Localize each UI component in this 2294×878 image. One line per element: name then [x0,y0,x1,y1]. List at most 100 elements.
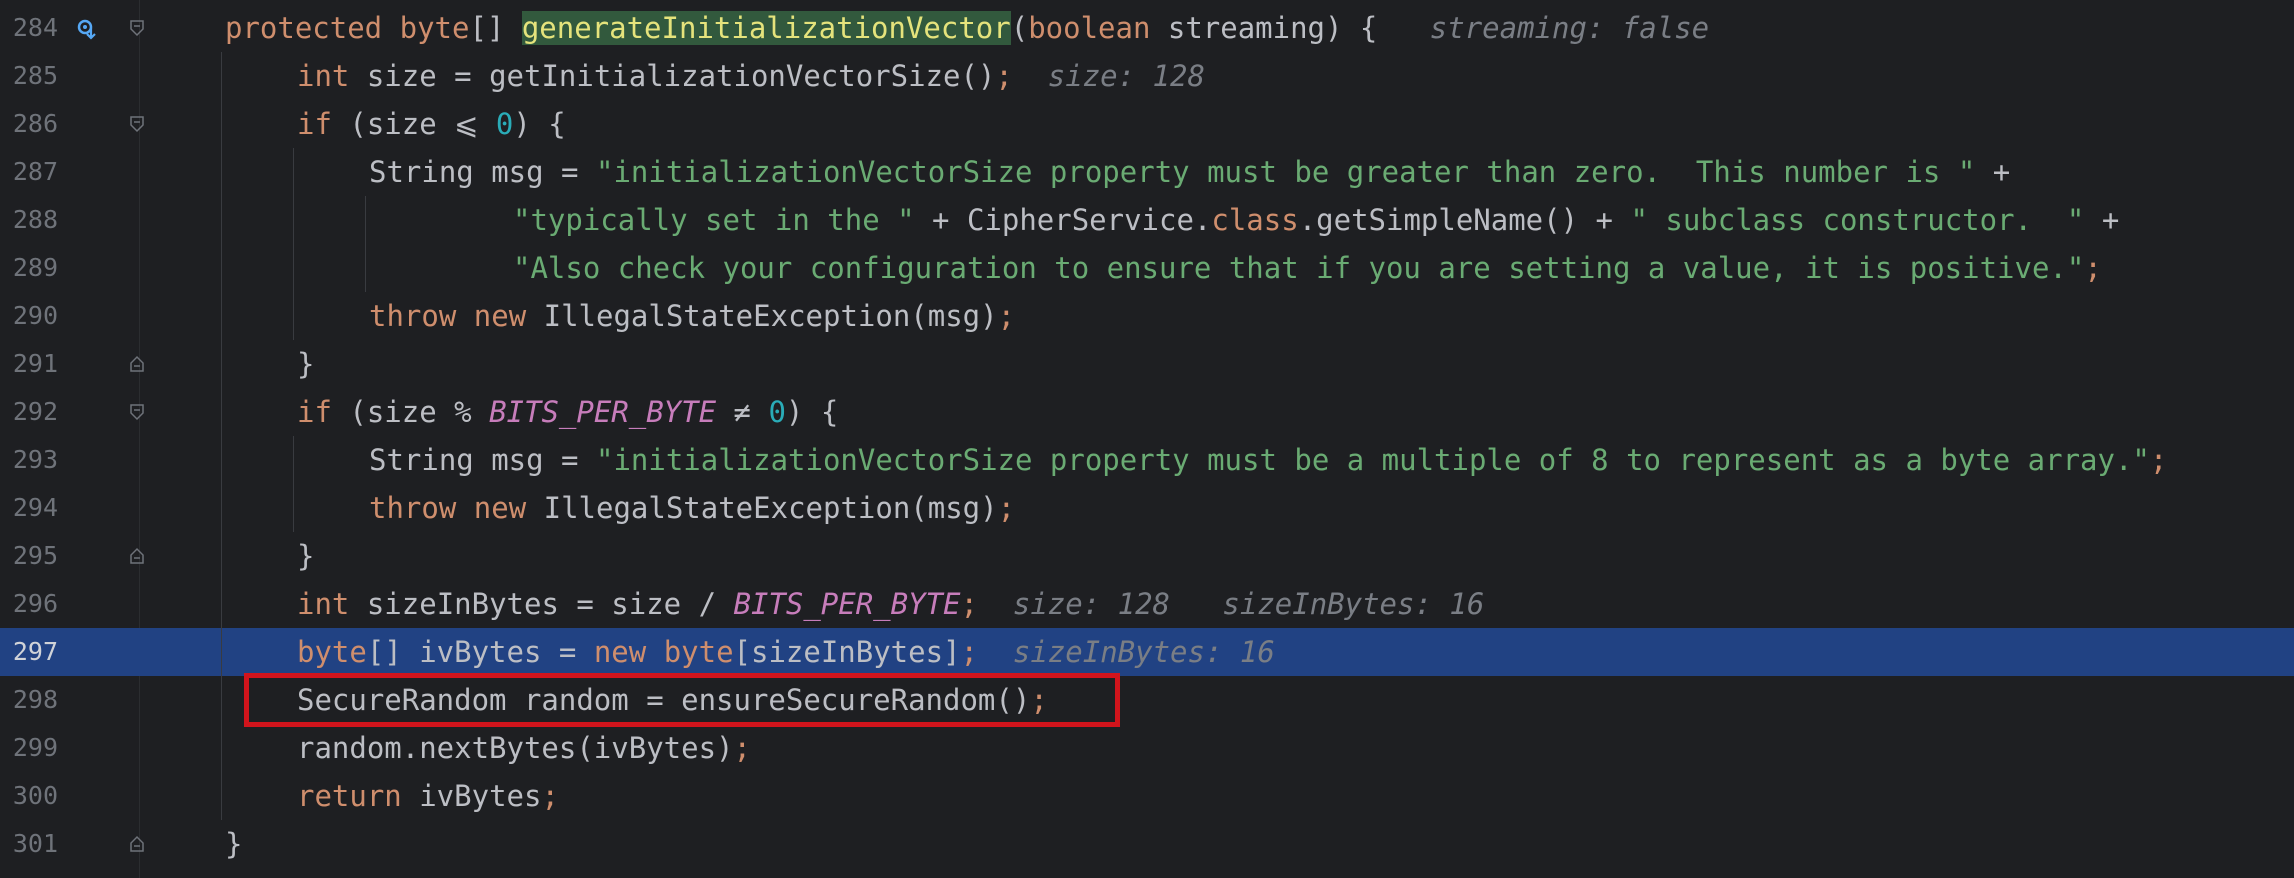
token: throw [369,299,457,333]
token: streaming) { [1150,11,1378,45]
token: if [297,107,332,141]
indent-guide [221,100,222,148]
code-text: } [297,532,314,580]
token: (size [331,107,455,141]
token: int [297,59,350,93]
line-number: 288 [12,205,58,234]
token: "Also check your configuration to ensure… [513,251,2085,285]
red-highlight-box [244,673,1120,727]
token: protected [225,11,400,45]
token: ) { [513,107,566,141]
token: ivBytes [401,779,542,813]
token: "typically set in the " [513,203,915,237]
fold-open-icon[interactable] [128,403,146,421]
code-text: String msg = "initializationVectorSize p… [369,436,2167,484]
indent-guide [221,148,222,196]
fold-open-icon[interactable] [128,115,146,133]
code-line-284[interactable]: 284 protected byte[] generateInitializat… [0,4,2294,52]
token: BITS_PER_BYTE [489,395,717,429]
line-number: 292 [12,397,58,426]
token: "initializationVectorSize property must … [595,155,1976,189]
line-number: 294 [12,493,58,522]
line-number: 286 [12,109,58,138]
code-line-287[interactable]: 287 String msg = "initializationVectorSi… [0,148,2294,196]
token: [] [469,11,522,45]
code-text: int sizeInBytes = size / BITS_PER_BYTE; … [297,580,1484,628]
code-line-295[interactable]: 295 } [0,532,2294,580]
code-text: if (size % BITS_PER_BYTE ≠ 0) { [297,388,838,436]
code-line-289[interactable]: 289 "Also check your configuration to en… [0,244,2294,292]
token: throw [369,491,457,525]
token: ; [997,299,1016,333]
line-number: 291 [12,349,58,378]
code-text: byte[] ivBytes = new byte[sizeInBytes]; … [297,628,1275,676]
fold-close-icon[interactable] [128,835,146,853]
code-line-290[interactable]: 290 throw new IllegalStateException(msg)… [0,292,2294,340]
fold-close-icon[interactable] [128,355,146,373]
indent-guide [221,580,222,628]
override-method-icon[interactable] [76,18,98,40]
indent-guide [221,628,222,676]
token: boolean [1028,11,1151,45]
token: ; [960,587,978,621]
line-number: 293 [12,445,58,474]
line-number: 301 [12,829,58,858]
indent-guide [293,244,294,292]
inline-value-hint: sizeInBytes: 16 [1222,587,1485,621]
token: byte [663,635,734,669]
indent-guide [293,436,294,484]
code-area[interactable]: 284 protected byte[] generateInitializat… [0,0,2294,878]
code-line-294[interactable]: 294 throw new IllegalStateException(msg)… [0,484,2294,532]
token: 0 [768,395,786,429]
token: random.nextBytes(ivBytes) [297,731,734,765]
code-editor[interactable]: 284 protected byte[] generateInitializat… [0,0,2294,878]
code-line-286[interactable]: 286 if (size ⩽ 0) { [0,100,2294,148]
code-line-285[interactable]: 285 int size = getInitializationVectorSi… [0,52,2294,100]
code-text: } [297,340,314,388]
token: ; [2149,443,2168,477]
fold-close-icon[interactable] [128,547,146,565]
token: int [297,587,350,621]
code-line-297-current[interactable]: 297 byte[] ivBytes = new byte[sizeInByte… [0,628,2294,676]
token: size = getInitializationVectorSize() [349,59,996,93]
line-number: 300 [12,781,58,810]
token: " subclass constructor. " [1630,203,2085,237]
indent-guide [221,292,222,340]
line-number: 285 [12,61,58,90]
code-text: } [225,820,242,868]
indent-guide [221,340,222,388]
indent-guide [293,292,294,340]
token: ⩽ [454,107,479,141]
token: [] ivBytes = [366,635,594,669]
code-line-291[interactable]: 291 } [0,340,2294,388]
code-line-301[interactable]: 301 } [0,820,2294,868]
code-line-296[interactable]: 296 int sizeInBytes = size / BITS_PER_BY… [0,580,2294,628]
line-number: 296 [12,589,58,618]
token: ; [960,635,978,669]
code-text: String msg = "initializationVectorSize p… [369,148,2010,196]
fold-open-icon[interactable] [128,19,146,37]
indent-guide [221,196,222,244]
code-text: random.nextBytes(ivBytes); [297,724,751,772]
inline-value-hint: size: 128 [1012,587,1171,621]
token: + CipherService. [914,203,1212,237]
code-line-288[interactable]: 288 "typically set in the " + CipherServ… [0,196,2294,244]
token: IllegalStateException(msg) [526,299,998,333]
code-line-292[interactable]: 292 if (size % BITS_PER_BYTE ≠ 0) { [0,388,2294,436]
line-number: 289 [12,253,58,282]
token: IllegalStateException(msg) [526,491,998,525]
code-line-293[interactable]: 293 String msg = "initializationVectorSi… [0,436,2294,484]
indent-guide [221,244,222,292]
token: new [473,299,527,333]
code-line-300[interactable]: 300 return ivBytes; [0,772,2294,820]
token: [sizeInBytes] [733,635,961,669]
indent-guide [293,148,294,196]
token: } [225,827,243,861]
code-line-299[interactable]: 299 random.nextBytes(ivBytes); [0,724,2294,772]
token: ( [1010,11,1029,45]
token: + [2084,203,2120,237]
